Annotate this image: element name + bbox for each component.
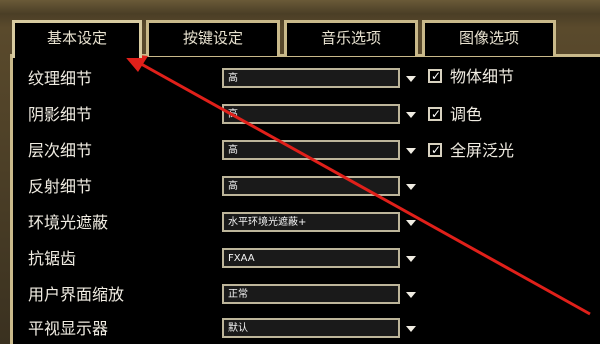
tab-key-settings[interactable]: 按键设定 <box>146 20 280 56</box>
dropdown-value: 水平环境光遮蔽+ <box>228 217 307 228</box>
setting-row-shadow: 阴影细节 高 <box>28 100 428 130</box>
checkmark-icon: ✓ <box>431 107 442 121</box>
checkmark-icon: ✓ <box>431 143 442 157</box>
dropdown-value: 默认 <box>228 323 248 334</box>
ui-scale-dropdown[interactable]: 正常 <box>222 284 416 304</box>
ambient-occlusion-dropdown[interactable]: 水平环境光遮蔽+ <box>222 212 416 232</box>
chevron-down-icon[interactable] <box>406 76 416 82</box>
checkbox-label: 物体细节 <box>450 67 515 86</box>
hud-dropdown[interactable]: 默认 <box>222 318 416 338</box>
tab-basic-settings[interactable]: 基本设定 <box>12 20 142 58</box>
dropdown-value: 正常 <box>228 289 248 300</box>
checkmark-icon: ✓ <box>431 69 442 83</box>
checkbox-box[interactable]: ✓ <box>428 143 442 157</box>
dropdown-value: FXAA <box>228 253 255 264</box>
setting-label: 抗锯齿 <box>28 249 77 268</box>
setting-label: 平视显示器 <box>28 319 109 338</box>
checkbox-label: 调色 <box>450 105 483 124</box>
checkbox-box[interactable]: ✓ <box>428 69 442 83</box>
chevron-down-icon[interactable] <box>406 112 416 118</box>
setting-row-lod: 层次细节 高 <box>28 136 428 166</box>
setting-row-texture: 纹理细节 高 <box>28 64 428 94</box>
tab-image-options[interactable]: 图像选项 <box>422 20 556 56</box>
dropdown-value: 高 <box>228 145 238 156</box>
setting-row-hud: 平视显示器 默认 <box>28 314 428 344</box>
shadow-dropdown[interactable]: 高 <box>222 104 416 124</box>
setting-label: 环境光遮蔽 <box>28 213 109 232</box>
setting-row-ui-scale: 用户界面缩放 正常 <box>28 280 428 310</box>
checkbox-box[interactable]: ✓ <box>428 107 442 121</box>
chevron-down-icon[interactable] <box>406 184 416 190</box>
reflection-dropdown[interactable]: 高 <box>222 176 416 196</box>
chevron-down-icon[interactable] <box>406 148 416 154</box>
lod-dropdown[interactable]: 高 <box>222 140 416 160</box>
texture-dropdown[interactable]: 高 <box>222 68 416 88</box>
setting-row-ambient-occlusion: 环境光遮蔽 水平环境光遮蔽+ <box>28 208 428 238</box>
setting-label: 纹理细节 <box>28 69 93 88</box>
chevron-down-icon[interactable] <box>406 292 416 298</box>
setting-row-antialiasing: 抗锯齿 FXAA <box>28 244 428 274</box>
dropdown-value: 高 <box>228 109 238 120</box>
checkbox-label: 全屏泛光 <box>450 141 515 160</box>
setting-label: 反射细节 <box>28 177 93 196</box>
setting-label: 用户界面缩放 <box>28 285 125 304</box>
dropdown-value: 高 <box>228 73 238 84</box>
tab-music-options[interactable]: 音乐选项 <box>284 20 418 56</box>
setting-label: 阴影细节 <box>28 105 93 124</box>
antialiasing-dropdown[interactable]: FXAA <box>222 248 416 268</box>
setting-row-reflection: 反射细节 高 <box>28 172 428 202</box>
setting-label: 层次细节 <box>28 141 93 160</box>
chevron-down-icon[interactable] <box>406 220 416 226</box>
chevron-down-icon[interactable] <box>406 326 416 332</box>
chevron-down-icon[interactable] <box>406 256 416 262</box>
dropdown-value: 高 <box>228 181 238 192</box>
